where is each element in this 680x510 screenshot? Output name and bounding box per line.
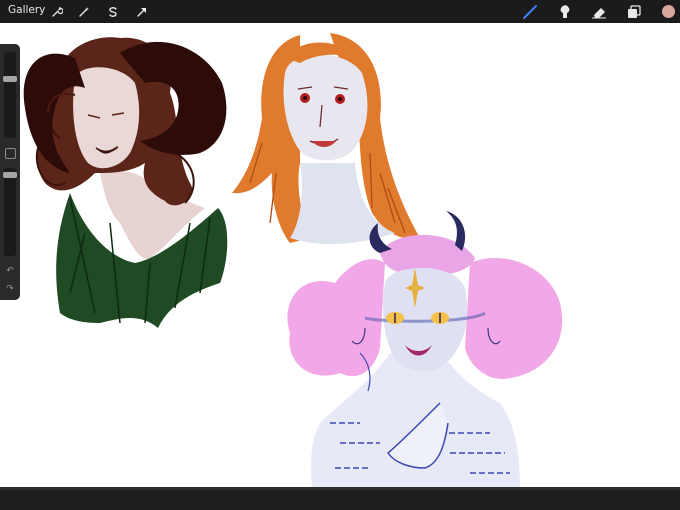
brush-icon[interactable] — [520, 3, 540, 20]
opacity-slider[interactable] — [4, 168, 16, 256]
opacity-thumb[interactable] — [3, 172, 17, 179]
wrench-icon[interactable] — [48, 3, 66, 20]
red-haired-woman-sketch — [232, 33, 420, 245]
sidebar: ↶ ↷ — [0, 44, 20, 300]
drawing-canvas[interactable] — [0, 23, 680, 487]
selection-icon[interactable] — [104, 3, 122, 20]
eraser-icon[interactable] — [589, 3, 609, 20]
pink-haired-demon-sketch — [287, 211, 563, 487]
bottom-bar — [0, 487, 680, 510]
color-swatch-icon[interactable] — [658, 3, 678, 20]
horned-woman-sketch — [23, 37, 228, 328]
bottom-divider — [0, 487, 680, 490]
smudge-icon[interactable] — [555, 3, 575, 20]
top-toolbar: Gallery — [0, 0, 680, 23]
transform-arrow-icon[interactable] — [133, 3, 151, 20]
brush-size-thumb[interactable] — [3, 76, 17, 82]
modify-square-icon[interactable] — [5, 148, 16, 159]
undo-icon[interactable]: ↶ — [4, 266, 16, 276]
layers-icon[interactable] — [624, 3, 644, 20]
magic-wand-icon[interactable] — [75, 3, 93, 20]
redo-icon[interactable]: ↷ — [4, 284, 16, 294]
gallery-button[interactable]: Gallery — [8, 4, 45, 16]
brush-size-slider[interactable] — [4, 52, 16, 138]
